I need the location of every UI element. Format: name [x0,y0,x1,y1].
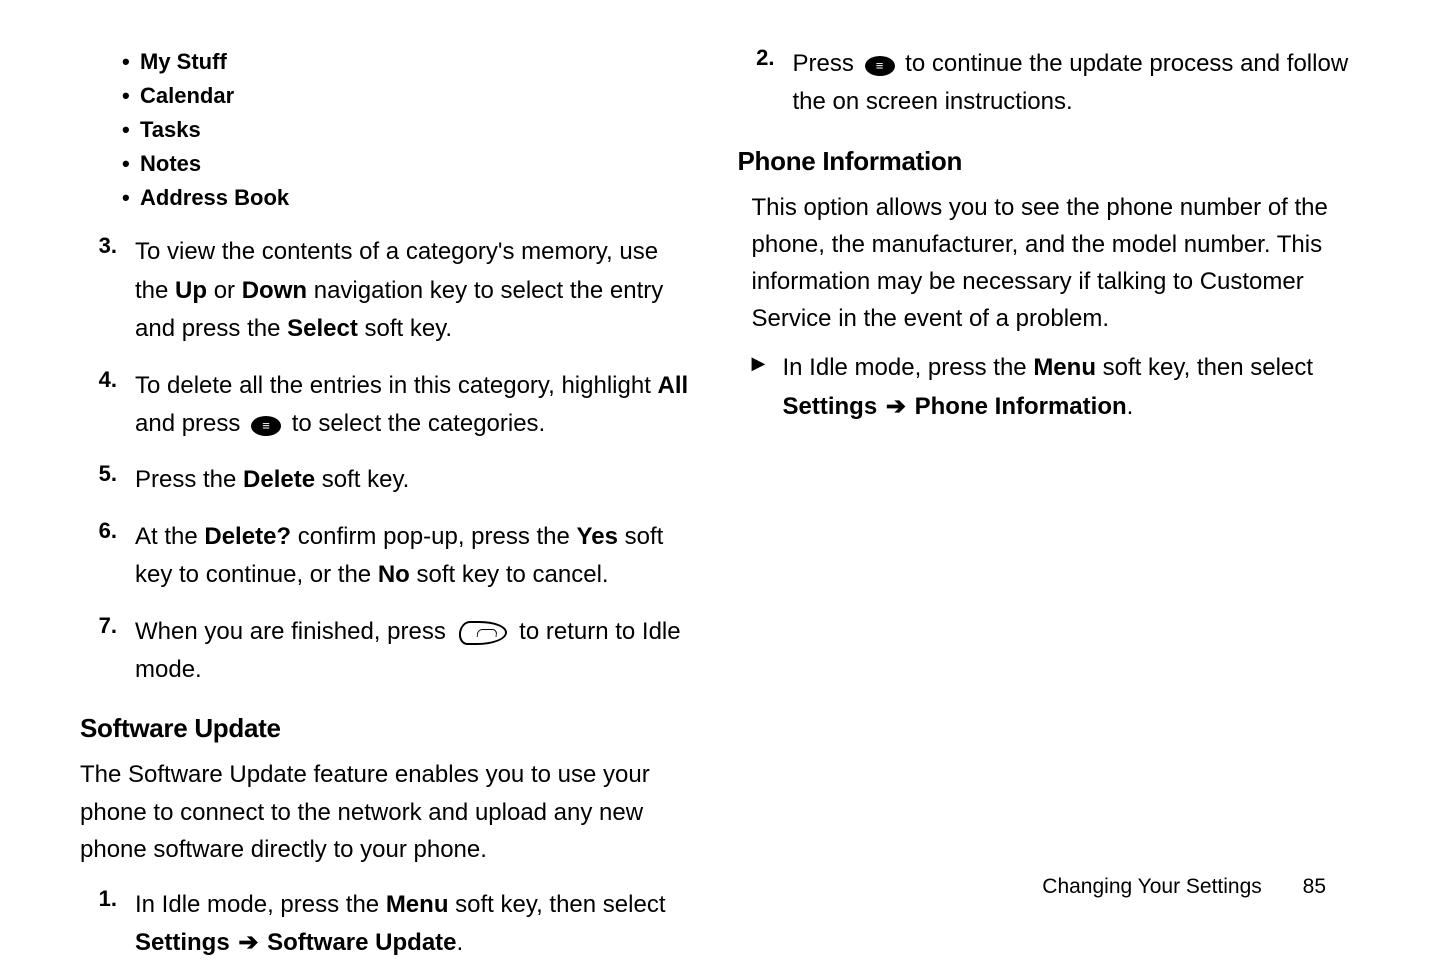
left-column: My Stuff Calendar Tasks Notes Address Bo… [80,45,716,909]
step-2: 2. Press to continue the update process … [738,45,1352,122]
list-item: Notes [140,147,694,181]
step-7: 7. When you are finished, press to retur… [80,613,694,690]
text-bold: Menu [386,891,449,918]
text-bold: No [378,561,410,588]
text-bold: All [658,372,689,399]
paragraph: The Software Update feature enables you … [80,756,694,868]
text: . [457,929,464,956]
text: In Idle mode, press the [135,891,386,918]
text-bold: Phone Information [915,393,1127,420]
step-text: Press the Delete soft key. [135,461,694,499]
text: or [207,277,242,304]
text-bold: Down [242,277,307,304]
text: When you are finished, press [135,618,453,645]
step-3: 3. To view the contents of a category's … [80,233,694,348]
text: and press [135,410,247,437]
page-number: 85 [1303,875,1326,898]
text: soft key to cancel. [410,561,609,588]
step-text: At the Delete? confirm pop-up, press the… [135,518,694,595]
subheading-software-update: Software Update [80,713,694,744]
text: to select the categories. [285,410,545,437]
text: soft key, then select [1096,354,1313,381]
ok-key-icon [865,56,895,76]
step-text: Press to continue the update process and… [793,45,1352,122]
text: soft key. [315,466,409,493]
step-number: 3. [80,233,135,348]
triangle-bullet-icon: ▶ [738,348,783,427]
paragraph: This option allows you to see the phone … [738,189,1352,338]
step-number: 5. [80,461,135,499]
step-text: In Idle mode, press the Menu soft key, t… [135,886,694,963]
arrow-right-icon: ➔ [232,929,265,956]
text: confirm pop-up, press the [291,523,576,550]
step-number: 4. [80,367,135,444]
text-bold: Settings [783,393,878,420]
text-bold: Delete [243,466,315,493]
step-1: 1. In Idle mode, press the Menu soft key… [80,886,694,963]
text: In Idle mode, press the [783,354,1034,381]
text-bold: Menu [1033,354,1096,381]
text-bold: Select [287,315,358,342]
ok-key-icon [251,416,281,436]
arrow-right-icon: ➔ [879,393,912,420]
text-bold: Yes [577,523,618,550]
text: soft key. [358,315,452,342]
step-6: 6. At the Delete? confirm pop-up, press … [80,518,694,595]
instruction-item: ▶ In Idle mode, press the Menu soft key,… [738,348,1352,427]
step-number: 6. [80,518,135,595]
text-bold: Software Update [267,929,456,956]
step-4: 4. To delete all the entries in this cat… [80,367,694,444]
text: At the [135,523,204,550]
text: To delete all the entries in this catego… [135,372,658,399]
text: soft key, then select [448,891,665,918]
text: Press [793,50,861,77]
text: . [1127,393,1134,420]
page-container: My Stuff Calendar Tasks Notes Address Bo… [0,0,1431,954]
list-item: My Stuff [140,45,694,79]
section-title: Changing Your Settings [1042,875,1262,898]
right-column: 2. Press to continue the update process … [716,45,1352,909]
list-item: Tasks [140,113,694,147]
text-bold: Up [175,277,207,304]
list-item: Address Book [140,181,694,215]
page-footer: Changing Your Settings 85 [1042,875,1326,899]
step-number: 1. [80,886,135,963]
instruction-text: In Idle mode, press the Menu soft key, t… [783,348,1352,427]
text-bold: Delete? [204,523,291,550]
step-text: When you are finished, press to return t… [135,613,694,690]
step-text: To view the contents of a category's mem… [135,233,694,348]
step-text: To delete all the entries in this catego… [135,367,694,444]
text: Press the [135,466,243,493]
end-key-icon [457,621,508,645]
memory-category-list: My Stuff Calendar Tasks Notes Address Bo… [80,45,694,215]
step-5: 5. Press the Delete soft key. [80,461,694,499]
step-number: 7. [80,613,135,690]
list-item: Calendar [140,79,694,113]
subheading-phone-information: Phone Information [738,146,1352,177]
step-number: 2. [738,45,793,122]
text-bold: Settings [135,929,230,956]
